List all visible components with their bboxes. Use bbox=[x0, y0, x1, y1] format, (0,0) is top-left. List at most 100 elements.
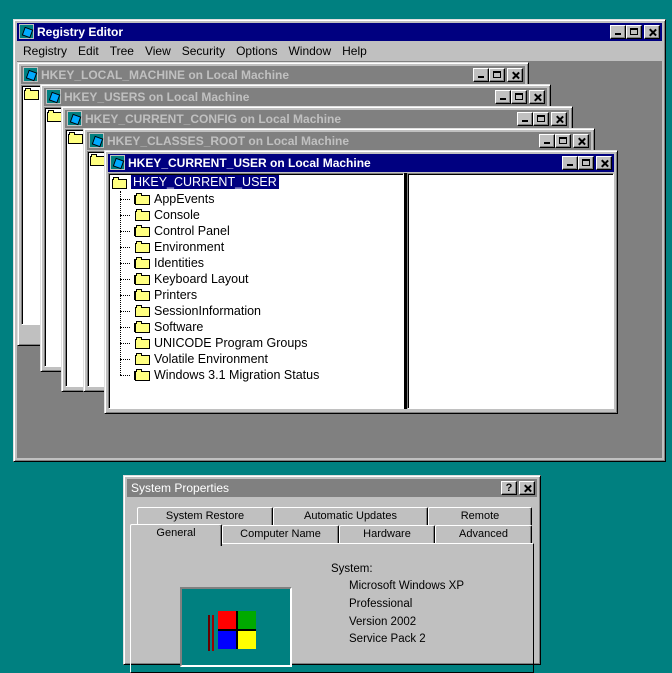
child-titlebar-hklm[interactable]: HKEY_LOCAL_MACHINE on Local Machine bbox=[21, 66, 525, 84]
tree-connector bbox=[120, 343, 130, 344]
child-titlebar-hkcc[interactable]: HKEY_CURRENT_CONFIG on Local Machine bbox=[65, 110, 569, 128]
windows-logo-frame bbox=[180, 587, 292, 667]
maximize-button[interactable] bbox=[578, 156, 594, 170]
registry-editor-icon[interactable] bbox=[19, 24, 34, 39]
tab-remote[interactable]: Remote bbox=[428, 507, 532, 525]
menu-bar: Registry Edit Tree View Security Options… bbox=[17, 42, 662, 60]
tree-connector bbox=[120, 247, 130, 248]
maximize-button[interactable] bbox=[626, 25, 642, 39]
tree-item-label: SessionInformation bbox=[154, 304, 262, 318]
tab-system-restore[interactable]: System Restore bbox=[137, 507, 273, 525]
menu-options[interactable]: Options bbox=[230, 44, 282, 58]
tree-item[interactable]: Environment bbox=[109, 239, 399, 255]
tree-item[interactable]: + Windows 3.1 Migration Status bbox=[109, 367, 399, 383]
child-titlebar-hkcu[interactable]: HKEY_CURRENT_USER on Local Machine bbox=[108, 154, 614, 172]
tree-item-label: Keyboard Layout bbox=[154, 272, 249, 286]
registry-key-icon bbox=[110, 155, 125, 170]
minimize-button[interactable] bbox=[495, 90, 511, 104]
menu-window[interactable]: Window bbox=[282, 44, 336, 58]
tab-advanced[interactable]: Advanced bbox=[435, 525, 532, 543]
tree-item[interactable]: Volatile Environment bbox=[109, 351, 399, 367]
tab-computer-name[interactable]: Computer Name bbox=[222, 525, 339, 543]
folder-icon bbox=[135, 209, 151, 221]
tree-connector bbox=[120, 311, 130, 312]
tab-hardware[interactable]: Hardware bbox=[339, 525, 435, 543]
tab-automatic-updates[interactable]: Automatic Updates bbox=[273, 507, 428, 525]
tree-root-key[interactable]: HKEY_CURRENT_USER bbox=[131, 175, 279, 189]
folder-icon bbox=[24, 88, 40, 100]
close-button[interactable] bbox=[596, 156, 612, 170]
tree-item-label: Identities bbox=[154, 256, 205, 270]
tree-item[interactable]: + Software bbox=[109, 319, 399, 335]
tab-general[interactable]: General bbox=[130, 524, 222, 546]
maximize-button[interactable] bbox=[489, 68, 505, 82]
close-button[interactable] bbox=[529, 90, 545, 104]
registry-key-icon bbox=[89, 133, 104, 148]
folder-icon bbox=[135, 305, 151, 317]
tree-item[interactable]: SessionInformation bbox=[109, 303, 399, 319]
menu-tree[interactable]: Tree bbox=[104, 44, 139, 58]
maximize-button[interactable] bbox=[555, 134, 571, 148]
menu-security[interactable]: Security bbox=[176, 44, 230, 58]
tree-item-label: Printers bbox=[154, 288, 198, 302]
minimize-button[interactable] bbox=[539, 134, 555, 148]
tree-item-label: Software bbox=[154, 320, 204, 334]
tree-item[interactable]: UNICODE Program Groups bbox=[109, 335, 399, 351]
tree-item[interactable]: Console bbox=[109, 207, 399, 223]
system-properties-titlebar[interactable]: System Properties ? bbox=[127, 479, 537, 497]
close-button[interactable] bbox=[551, 112, 567, 126]
minimize-button[interactable] bbox=[562, 156, 578, 170]
folder-icon bbox=[135, 273, 151, 285]
tree-connector bbox=[120, 375, 130, 376]
tree-item-label: AppEvents bbox=[154, 192, 215, 206]
tree-item[interactable]: + Keyboard Layout bbox=[109, 271, 399, 287]
registry-editor-title: Registry Editor bbox=[37, 25, 124, 39]
child-titlebar-hku[interactable]: HKEY_USERS on Local Machine bbox=[44, 88, 547, 106]
registry-key-icon bbox=[23, 67, 38, 82]
tree-item-label: Volatile Environment bbox=[154, 352, 268, 366]
child-title-hkcu: HKEY_CURRENT_USER on Local Machine bbox=[128, 156, 371, 170]
tree-pane-hkcu[interactable]: HKEY_CURRENT_USER + AppEvents Console + Cont… bbox=[108, 173, 404, 409]
folder-icon bbox=[135, 321, 151, 333]
tree-item[interactable]: + AppEvents bbox=[109, 191, 399, 207]
close-button[interactable] bbox=[519, 481, 535, 495]
maximize-button[interactable] bbox=[511, 90, 527, 104]
tree-item[interactable]: + Identities bbox=[109, 255, 399, 271]
windows-flag-icon bbox=[208, 611, 256, 651]
minimize-button[interactable] bbox=[473, 68, 489, 82]
os-version: Version 2002 bbox=[349, 616, 417, 628]
tree-item-label: Environment bbox=[154, 240, 225, 254]
folder-icon bbox=[135, 241, 151, 253]
tree-item[interactable]: + Control Panel bbox=[109, 223, 399, 239]
tree-item[interactable]: + Printers bbox=[109, 287, 399, 303]
tree-connector bbox=[120, 327, 130, 328]
folder-icon bbox=[135, 289, 151, 301]
tree-item-label: Console bbox=[154, 208, 200, 222]
close-button[interactable] bbox=[573, 134, 589, 148]
registry-editor-titlebar[interactable]: Registry Editor bbox=[17, 23, 662, 41]
system-label: System: bbox=[331, 563, 373, 575]
value-pane-hkcu[interactable] bbox=[407, 173, 614, 409]
minimize-button[interactable] bbox=[517, 112, 533, 126]
folder-icon bbox=[135, 353, 151, 365]
tree-connector bbox=[120, 359, 130, 360]
menu-help[interactable]: Help bbox=[336, 44, 372, 58]
folder-icon bbox=[135, 257, 151, 269]
child-window-hkcu[interactable]: HKEY_CURRENT_USER on Local Machine HKEY_… bbox=[104, 150, 618, 414]
menu-edit[interactable]: Edit bbox=[72, 44, 104, 58]
help-button[interactable]: ? bbox=[501, 481, 517, 495]
folder-icon bbox=[68, 132, 84, 144]
tree-connector bbox=[120, 215, 130, 216]
menu-view[interactable]: View bbox=[139, 44, 176, 58]
os-edition: Professional bbox=[349, 598, 413, 610]
child-titlebar-hkcr[interactable]: HKEY_CLASSES_ROOT on Local Machine bbox=[87, 132, 591, 150]
menu-registry[interactable]: Registry bbox=[17, 44, 72, 58]
close-button[interactable] bbox=[644, 25, 660, 39]
tree-connector bbox=[120, 279, 130, 280]
registry-key-icon bbox=[46, 89, 61, 104]
maximize-button[interactable] bbox=[533, 112, 549, 126]
minimize-button[interactable] bbox=[610, 25, 626, 39]
system-properties-dialog: System Properties ? System Restore Autom… bbox=[123, 475, 541, 673]
tree-item-label: UNICODE Program Groups bbox=[154, 336, 308, 350]
close-button[interactable] bbox=[507, 68, 523, 82]
